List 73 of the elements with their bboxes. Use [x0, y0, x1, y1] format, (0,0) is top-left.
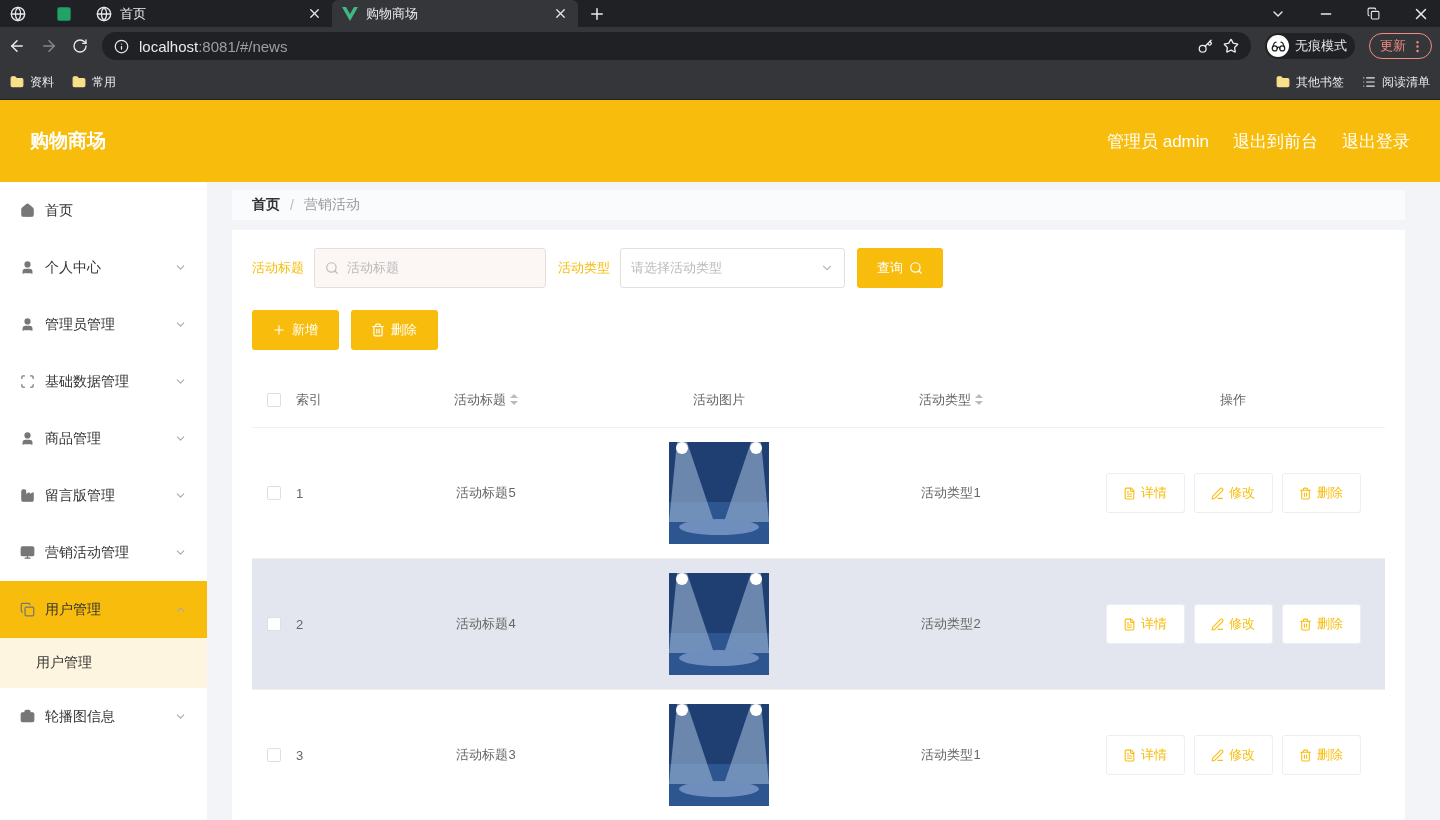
site-title: 购物商场: [30, 129, 107, 153]
breadcrumb-separator: /: [290, 197, 294, 213]
back-icon[interactable]: [8, 37, 26, 55]
plus-icon: [272, 323, 286, 337]
details-icon: [1123, 617, 1136, 631]
edit-icon: [1211, 486, 1224, 500]
checkbox[interactable]: [267, 748, 281, 762]
table-cell-text: 2: [296, 615, 305, 634]
key-icon[interactable]: [1198, 38, 1213, 54]
table-cell-text: 活动类型1: [920, 746, 982, 764]
globe-icon: [96, 5, 112, 22]
checkbox[interactable]: [267, 486, 281, 500]
checkbox[interactable]: [267, 617, 281, 631]
search-icon: [909, 261, 923, 275]
column-header[interactable]: 活动标题: [356, 372, 616, 427]
frame-icon: [20, 374, 35, 389]
sheet-icon: [56, 5, 72, 22]
factory-icon: [20, 488, 35, 503]
trash-icon: [371, 323, 385, 337]
checkbox[interactable]: [267, 392, 281, 407]
info-icon: [114, 38, 129, 54]
reading-list-icon: [1362, 75, 1376, 89]
case-icon: [20, 709, 35, 724]
column-header: 操作: [1219, 390, 1247, 409]
details-icon: [1123, 486, 1136, 500]
folder-icon: [1276, 75, 1290, 89]
folder-icon: [72, 75, 86, 89]
browser-tab[interactable]: 购物商场: [332, 0, 578, 27]
user-icon: [20, 317, 35, 332]
menu-item[interactable]: 用户管理: [0, 581, 207, 638]
table-cell-text: 活动标题3: [455, 746, 517, 764]
close-icon[interactable]: [553, 6, 568, 21]
edit-icon: [1211, 617, 1224, 631]
incognito-badge[interactable]: 无痕模式: [1265, 33, 1355, 59]
user-icon: [20, 260, 35, 275]
star-icon[interactable]: [1223, 38, 1239, 54]
details-icon: [1123, 748, 1136, 762]
copy-icon: [20, 602, 35, 617]
globe-icon: [10, 5, 26, 22]
browser-tab[interactable]: 首页: [86, 0, 332, 27]
trash-icon: [1299, 748, 1312, 762]
bookmark[interactable]: 常用: [72, 73, 116, 91]
table-cell-text: 活动类型1: [920, 484, 982, 502]
column-header: 索引: [296, 390, 323, 409]
table-cell-text: 活动标题5: [455, 484, 517, 502]
breadcrumb-link[interactable]: 首页: [252, 196, 280, 214]
table-cell-text: 活动类型2: [920, 615, 982, 633]
forward-icon[interactable]: [40, 37, 58, 55]
trash-icon: [1299, 486, 1312, 500]
home-icon: [20, 203, 35, 218]
table-cell-text: 1: [296, 484, 305, 503]
folder-icon: [10, 75, 24, 89]
close-icon[interactable]: [307, 6, 322, 21]
table-cell-text: 活动标题4: [455, 615, 517, 633]
bookmark[interactable]: 其他书签: [1276, 73, 1344, 91]
address-field[interactable]: localhost:8081/#/news: [102, 32, 1251, 60]
field-label: 活动类型: [558, 259, 610, 277]
user-icon: [20, 431, 35, 446]
column-header[interactable]: 活动类型: [821, 372, 1081, 427]
edit-icon: [1211, 748, 1224, 762]
v-logo-icon: [342, 6, 358, 21]
bookmark[interactable]: 阅读清单: [1362, 73, 1430, 91]
field-label: 活动标题: [252, 259, 304, 277]
table-row[interactable]: 2 活动标题4 活动类型2 详情 修改 删除: [252, 558, 1385, 689]
column-header: 活动图片: [691, 390, 746, 409]
trash-icon: [1299, 617, 1312, 631]
restore-icon[interactable]: [1366, 7, 1380, 20]
bookmark[interactable]: 资料: [10, 73, 54, 91]
submenu-item[interactable]: 用户管理: [0, 638, 207, 688]
monitor-icon: [20, 545, 35, 560]
search-icon: [325, 261, 339, 275]
table-cell-text: 3: [296, 746, 305, 765]
reload-icon[interactable]: [72, 38, 88, 54]
